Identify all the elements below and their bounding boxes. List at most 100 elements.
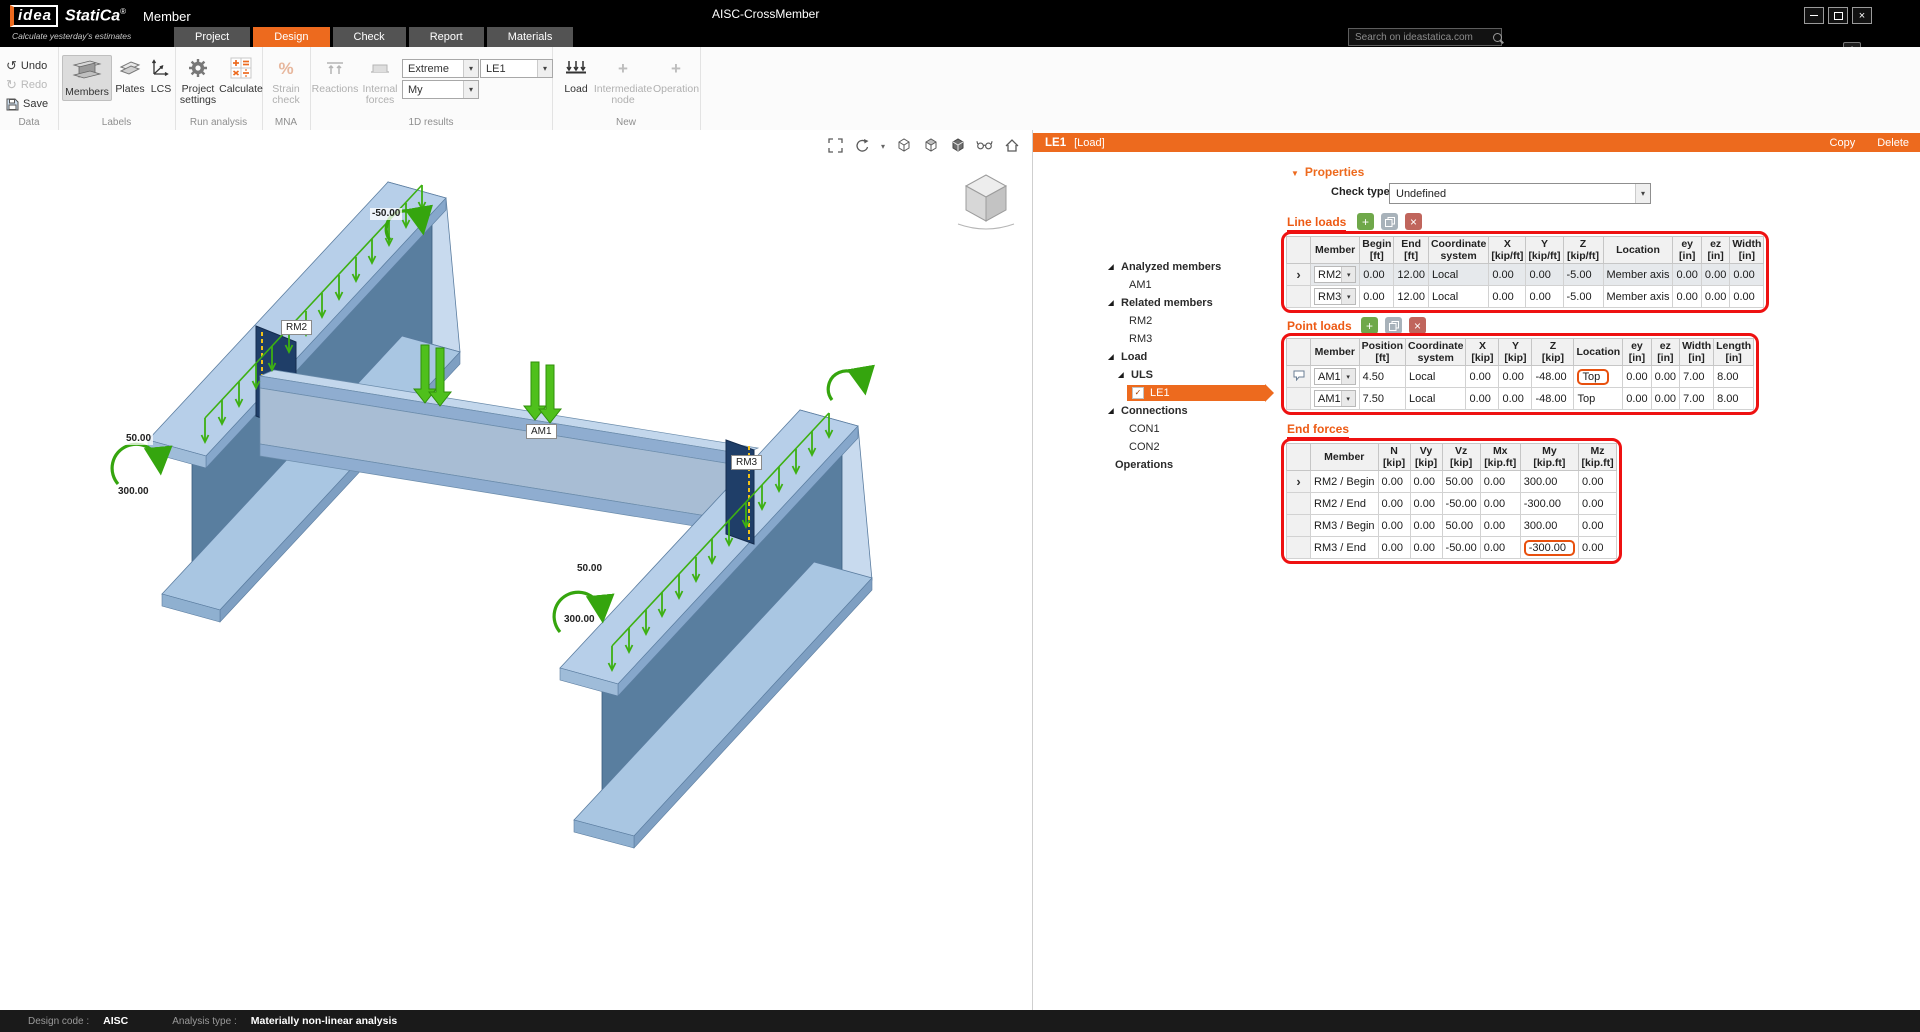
cell-position[interactable]: 7.50 bbox=[1358, 387, 1407, 410]
table-row[interactable]: RM3 / End 0.00 0.00 -50.00 0.00 -300.00 … bbox=[1286, 536, 1618, 559]
column-header[interactable]: Z [kip/ft] bbox=[1562, 236, 1604, 264]
orbit-view-icon[interactable] bbox=[854, 137, 871, 154]
column-header[interactable]: Position [ft] bbox=[1358, 338, 1407, 366]
member-combobox[interactable]: RM3 bbox=[1314, 288, 1357, 305]
table-row[interactable]: RM2 0.00 12.00 Local 0.00 0.00 -5.00 Mem… bbox=[1286, 263, 1765, 286]
tab-design[interactable]: Design bbox=[253, 27, 330, 47]
member-label-rm2[interactable]: RM2 bbox=[281, 320, 313, 335]
row-selector[interactable] bbox=[1286, 536, 1311, 559]
cell-mz[interactable]: 0.00 bbox=[1578, 470, 1618, 493]
expander-icon[interactable] bbox=[1107, 299, 1115, 307]
reactions-button[interactable]: Reactions bbox=[312, 55, 358, 95]
cell-position[interactable]: 4.50 bbox=[1358, 365, 1407, 388]
column-header[interactable]: N [kip] bbox=[1377, 443, 1411, 471]
column-header[interactable]: Member bbox=[1310, 338, 1360, 366]
cell-ey[interactable]: 0.00 bbox=[1672, 263, 1702, 286]
members-button[interactable]: Members bbox=[62, 55, 112, 101]
cell-mz[interactable]: 0.00 bbox=[1578, 514, 1618, 537]
cell-z[interactable]: -48.00 bbox=[1531, 365, 1575, 388]
column-header[interactable]: Begin [ft] bbox=[1359, 236, 1395, 264]
cell-mz[interactable]: 0.00 bbox=[1578, 536, 1618, 559]
cell-n[interactable]: 0.00 bbox=[1377, 536, 1411, 559]
cell-mx[interactable]: 0.00 bbox=[1479, 536, 1521, 559]
tree-item-con1[interactable]: CON1 bbox=[1033, 420, 1277, 438]
cell-vy[interactable]: 0.00 bbox=[1409, 514, 1443, 537]
new-intermediate-node-button[interactable]: + Intermediate node bbox=[594, 55, 652, 106]
row-selector[interactable] bbox=[1286, 470, 1311, 493]
search-icon[interactable] bbox=[1493, 32, 1502, 42]
tree-item-con2[interactable]: CON2 bbox=[1033, 438, 1277, 456]
column-header[interactable]: Coordinate system bbox=[1427, 236, 1490, 264]
column-header[interactable]: Length [in] bbox=[1713, 338, 1755, 366]
row-selector[interactable] bbox=[1286, 365, 1311, 388]
remove-point-load-button[interactable]: × bbox=[1409, 317, 1426, 334]
tab-check[interactable]: Check bbox=[332, 27, 406, 47]
cell-mx[interactable]: 0.00 bbox=[1479, 470, 1521, 493]
cell-member[interactable]: RM2 / Begin bbox=[1310, 470, 1379, 493]
undo-button[interactable]: Undo bbox=[6, 58, 47, 74]
shaded-cube-icon[interactable] bbox=[922, 137, 939, 154]
cell-ey[interactable]: 0.00 bbox=[1672, 285, 1702, 308]
cell-location[interactable]: Top bbox=[1573, 365, 1624, 388]
cell-ez[interactable]: 0.00 bbox=[1650, 365, 1681, 388]
member-am1-cross-beam[interactable] bbox=[258, 369, 760, 535]
member-combobox[interactable]: AM1 bbox=[1314, 368, 1356, 385]
remove-line-load-button[interactable]: × bbox=[1405, 213, 1422, 230]
fullscreen-icon[interactable] bbox=[827, 137, 844, 154]
lcs-button[interactable]: LCS bbox=[148, 55, 174, 95]
cell-length[interactable]: 8.00 bbox=[1713, 387, 1755, 410]
cell-x[interactable]: 0.00 bbox=[1488, 285, 1527, 308]
member-combobox[interactable]: AM1 bbox=[1314, 390, 1356, 407]
internal-forces-button[interactable]: Internal forces bbox=[358, 55, 402, 106]
tree-item-operations[interactable]: Operations bbox=[1033, 456, 1277, 474]
cell-n[interactable]: 0.00 bbox=[1377, 514, 1411, 537]
cell-member[interactable]: AM1 bbox=[1310, 387, 1360, 410]
expander-icon[interactable] bbox=[1107, 407, 1115, 415]
cell-ey[interactable]: 0.00 bbox=[1622, 365, 1652, 388]
copy-button[interactable]: Copy bbox=[1830, 137, 1856, 149]
cell-ez[interactable]: 0.00 bbox=[1700, 285, 1731, 308]
cell-member[interactable]: AM1 bbox=[1310, 365, 1360, 388]
navigation-cube[interactable] bbox=[950, 162, 1022, 239]
cell-member[interactable]: RM3 / Begin bbox=[1310, 514, 1379, 537]
column-header[interactable]: Vz [kip] bbox=[1441, 443, 1481, 471]
component-select[interactable]: My bbox=[402, 80, 479, 99]
table-row[interactable]: AM1 4.50 Local 0.00 0.00 -48.00 Top 0.00… bbox=[1286, 365, 1755, 388]
tab-project[interactable]: Project bbox=[174, 27, 251, 47]
calculate-button[interactable]: Calculate bbox=[219, 55, 263, 95]
column-header[interactable]: Member bbox=[1310, 443, 1379, 471]
search-input[interactable] bbox=[1353, 30, 1489, 44]
tree-item-connections[interactable]: Connections bbox=[1033, 402, 1277, 420]
row-selector[interactable] bbox=[1286, 492, 1311, 515]
cell-vy[interactable]: 0.00 bbox=[1409, 492, 1443, 515]
column-header[interactable]: Location bbox=[1573, 338, 1624, 366]
cell-location[interactable]: Top bbox=[1573, 387, 1624, 410]
column-header[interactable]: Member bbox=[1309, 236, 1361, 264]
plates-button[interactable]: Plates bbox=[112, 55, 148, 95]
column-header[interactable]: Coordinate system bbox=[1405, 338, 1467, 366]
cell-vz[interactable]: -50.00 bbox=[1441, 492, 1481, 515]
tree-item-uls[interactable]: ULS bbox=[1033, 366, 1277, 384]
cell-width[interactable]: 0.00 bbox=[1729, 263, 1765, 286]
column-header[interactable]: End [ft] bbox=[1393, 236, 1429, 264]
cell-length[interactable]: 8.00 bbox=[1713, 365, 1755, 388]
row-selector[interactable] bbox=[1286, 514, 1311, 537]
cell-z[interactable]: -5.00 bbox=[1562, 285, 1604, 308]
tree-item-load[interactable]: Load bbox=[1033, 348, 1277, 366]
le1-checkbox[interactable] bbox=[1132, 387, 1144, 399]
cell-location[interactable]: Member axis bbox=[1602, 285, 1674, 308]
cell-y[interactable]: 0.00 bbox=[1498, 365, 1533, 388]
close-button[interactable]: × bbox=[1852, 7, 1872, 24]
scene-3d[interactable] bbox=[0, 130, 1032, 1010]
tree-item-related-members[interactable]: Related members bbox=[1033, 294, 1277, 312]
cell-member[interactable]: RM3 / End bbox=[1310, 536, 1379, 559]
duplicate-line-load-button[interactable] bbox=[1381, 213, 1398, 230]
cell-mx[interactable]: 0.00 bbox=[1479, 492, 1521, 515]
collapse-triangle-icon[interactable] bbox=[1291, 165, 1299, 179]
add-line-load-button[interactable]: + bbox=[1357, 213, 1374, 230]
cell-y[interactable]: 0.00 bbox=[1525, 285, 1564, 308]
delete-button[interactable]: Delete bbox=[1877, 137, 1909, 149]
add-point-load-button[interactable]: + bbox=[1361, 317, 1378, 334]
column-header[interactable]: Width [in] bbox=[1679, 338, 1715, 366]
cell-x[interactable]: 0.00 bbox=[1465, 387, 1500, 410]
